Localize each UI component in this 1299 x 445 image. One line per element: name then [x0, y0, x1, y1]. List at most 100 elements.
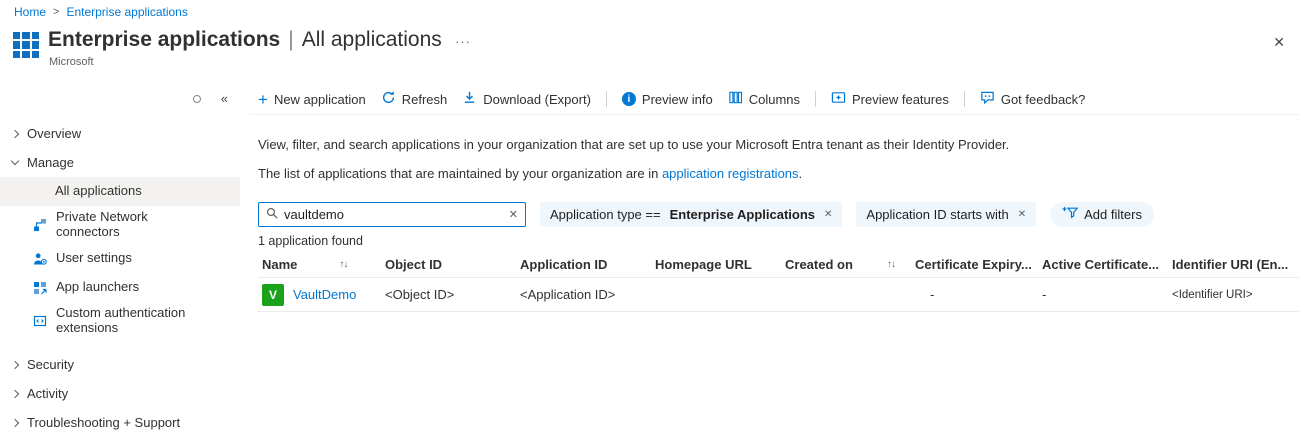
- add-filter-icon: [1062, 206, 1078, 223]
- app-avatar: V: [262, 284, 284, 306]
- search-box: ✕: [258, 202, 526, 227]
- more-options-icon[interactable]: ···: [455, 34, 471, 49]
- menu-circle-icon[interactable]: [193, 95, 201, 103]
- sidebar-group-manage[interactable]: Manage: [0, 148, 240, 177]
- column-header-object-id[interactable]: Object ID: [381, 257, 516, 272]
- sidebar-controls: «: [193, 91, 228, 106]
- column-header-active-certificate[interactable]: Active Certificate...: [1038, 257, 1168, 272]
- add-filters-label: Add filters: [1084, 207, 1142, 222]
- breadcrumb-home-link[interactable]: Home: [14, 5, 46, 19]
- sidebar-item-label: Custom authentication extensions: [56, 306, 208, 335]
- active-certificate-value: -: [1042, 287, 1046, 302]
- clear-search-icon[interactable]: ✕: [509, 208, 518, 221]
- column-header-name[interactable]: Name ↑↓: [258, 257, 381, 272]
- column-header-homepage-url[interactable]: Homepage URL: [651, 257, 781, 272]
- table-row[interactable]: V VaultDemo <Object ID> <Application ID>…: [258, 278, 1299, 312]
- download-export-label: Download (Export): [483, 92, 591, 107]
- chevron-right-icon: [11, 129, 19, 137]
- info-icon: i: [622, 92, 636, 106]
- refresh-button[interactable]: Refresh: [381, 90, 448, 108]
- sidebar-item-label: User settings: [56, 251, 132, 266]
- chevron-right-icon: [11, 418, 19, 426]
- breadcrumb-separator: >: [53, 6, 59, 18]
- remove-filter-icon[interactable]: ✕: [1018, 209, 1026, 220]
- sidebar-item-label: All applications: [55, 184, 142, 199]
- filter-chip-application-type[interactable]: Application type == Enterprise Applicati…: [540, 202, 842, 227]
- registrations-note-text: The list of applications that are mainta…: [258, 166, 662, 181]
- new-application-button[interactable]: + New application: [258, 91, 366, 108]
- preview-features-label: Preview features: [852, 92, 949, 107]
- remove-filter-icon[interactable]: ✕: [824, 209, 832, 220]
- got-feedback-label: Got feedback?: [1001, 92, 1086, 107]
- sidebar-item-private-network-connectors[interactable]: Private Network connectors: [0, 206, 240, 244]
- page-description: View, filter, and search applications in…: [258, 137, 1009, 152]
- preview-info-button[interactable]: i Preview info: [622, 92, 713, 107]
- page-title-separator: |: [288, 28, 293, 51]
- download-icon: [462, 90, 477, 108]
- chevron-down-icon: [11, 157, 19, 165]
- sort-icon[interactable]: ↑↓: [339, 259, 347, 270]
- sidebar-group-activity[interactable]: Activity: [0, 379, 240, 408]
- application-registrations-link[interactable]: application registrations: [662, 166, 799, 181]
- search-input[interactable]: [284, 207, 503, 222]
- preview-features-button[interactable]: Preview features: [831, 90, 949, 108]
- filter-chip-label: Application type ==: [550, 207, 661, 222]
- sidebar-item-label: Activity: [27, 386, 68, 401]
- chevron-right-icon: [11, 360, 19, 368]
- sidebar-item-user-settings[interactable]: User settings: [0, 244, 240, 273]
- page-title-main: Enterprise applications: [48, 28, 280, 51]
- got-feedback-button[interactable]: Got feedback?: [980, 90, 1086, 108]
- applications-table: Name ↑↓ Object ID Application ID Homepag…: [258, 252, 1299, 312]
- sidebar-group-security[interactable]: Security: [0, 350, 240, 379]
- plus-icon: +: [258, 91, 268, 108]
- add-filters-button[interactable]: Add filters: [1050, 202, 1154, 227]
- sidebar-item-label: App launchers: [56, 280, 139, 295]
- collapse-menu-icon[interactable]: «: [221, 91, 228, 106]
- toolbar-divider: [964, 91, 965, 107]
- columns-button[interactable]: Columns: [728, 90, 800, 108]
- column-header-label: Name: [262, 257, 297, 272]
- filter-bar: ✕ Application type == Enterprise Applica…: [258, 202, 1154, 227]
- table-header-row: Name ↑↓ Object ID Application ID Homepag…: [258, 252, 1299, 278]
- column-header-label: Application ID: [520, 257, 607, 272]
- application-id-value: <Application ID>: [520, 287, 615, 302]
- sidebar-item-overview[interactable]: Overview: [0, 119, 240, 148]
- sidebar-item-label: Troubleshooting + Support: [27, 415, 180, 430]
- sidebar-item-custom-authentication-extensions[interactable]: Custom authentication extensions: [0, 302, 240, 340]
- sidebar-item-app-launchers[interactable]: App launchers: [0, 273, 240, 302]
- toolbar-divider: [815, 91, 816, 107]
- toolbar-divider: [606, 91, 607, 107]
- breadcrumb-current-link[interactable]: Enterprise applications: [66, 5, 187, 19]
- column-header-certificate-expiry[interactable]: Certificate Expiry...: [911, 257, 1038, 272]
- sort-icon[interactable]: ↑↓: [887, 259, 895, 270]
- close-icon[interactable]: ✕: [1273, 34, 1285, 51]
- download-export-button[interactable]: Download (Export): [462, 90, 591, 108]
- app-name-link[interactable]: VaultDemo: [293, 287, 356, 302]
- feedback-icon: [980, 90, 995, 108]
- name-cell: V VaultDemo: [258, 284, 381, 306]
- active-certificate-cell: -: [1038, 287, 1168, 302]
- object-id-value: <Object ID>: [385, 287, 454, 302]
- identifier-uri-value: <Identifier URI>: [1172, 289, 1253, 301]
- sidebar-item-all-applications[interactable]: All applications: [0, 177, 240, 206]
- page-title: Enterprise applications|All applications: [48, 28, 442, 52]
- preview-info-label: Preview info: [642, 92, 713, 107]
- column-header-created-on[interactable]: Created on ↑↓: [781, 257, 911, 272]
- refresh-icon: [381, 90, 396, 108]
- user-settings-icon: [33, 252, 47, 266]
- columns-label: Columns: [749, 92, 800, 107]
- sidebar-item-label: Security: [27, 357, 74, 372]
- certificate-expiry-cell: -: [911, 287, 1038, 302]
- column-header-application-id[interactable]: Application ID: [516, 257, 651, 272]
- sidebar: « Overview Manage All applications Priva…: [0, 85, 240, 445]
- sidebar-item-label: Private Network connectors: [56, 210, 208, 239]
- filter-chip-value: Enterprise Applications: [670, 207, 815, 222]
- column-header-identifier-uri[interactable]: Identifier URI (En...: [1168, 257, 1299, 272]
- private-network-connectors-icon: [33, 218, 47, 232]
- filter-chip-label: Application ID starts with: [866, 207, 1008, 222]
- filter-chip-application-id[interactable]: Application ID starts with ✕: [856, 202, 1036, 227]
- org-subtitle: Microsoft: [49, 56, 94, 68]
- app-launchers-icon: [33, 281, 47, 295]
- sidebar-item-label: Overview: [27, 126, 81, 141]
- sidebar-group-troubleshooting-support[interactable]: Troubleshooting + Support: [0, 408, 240, 437]
